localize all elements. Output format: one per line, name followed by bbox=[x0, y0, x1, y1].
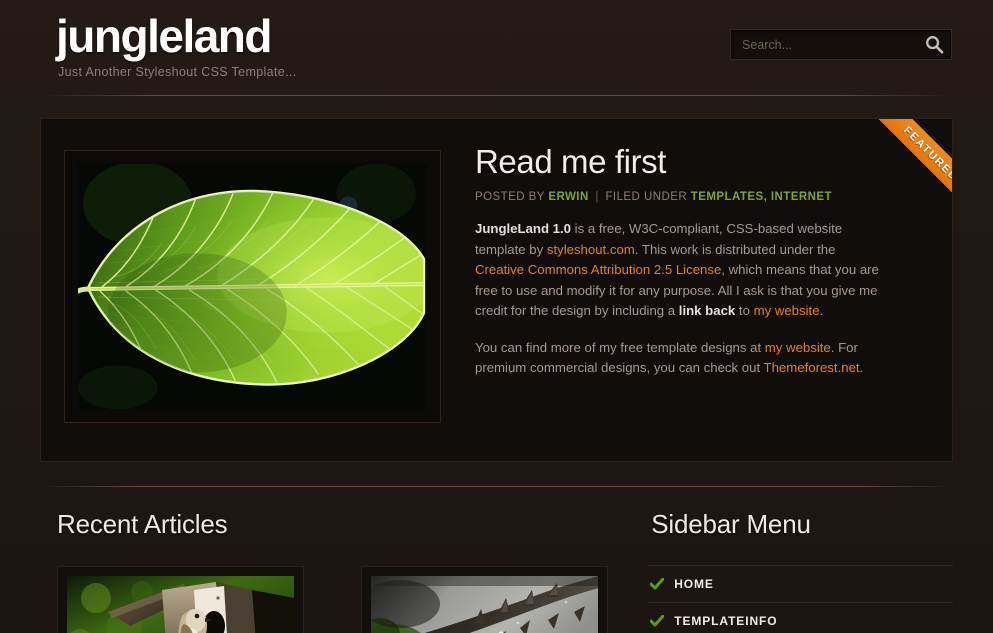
category-link-internet[interactable]: INTERNET bbox=[771, 191, 832, 203]
thorny-branch-photo bbox=[371, 576, 598, 633]
themeforest-link[interactable]: Themeforest.net bbox=[764, 360, 860, 375]
search-submit-button[interactable] bbox=[917, 30, 951, 59]
leaf-photo bbox=[78, 164, 427, 409]
check-icon bbox=[650, 615, 665, 627]
category-link-templates[interactable]: TEMPLATES bbox=[691, 191, 764, 203]
my-website-link-1[interactable]: my website bbox=[754, 303, 820, 318]
lower-content: Recent Articles Sidebar Menu HOME TEMPLA… bbox=[40, 487, 953, 633]
p2-text-3: . bbox=[859, 360, 864, 376]
p1-text-5: . bbox=[819, 303, 824, 319]
featured-post-panel: FEATURED Read me first POSTED BY ERWIN |… bbox=[40, 118, 953, 462]
featured-title[interactable]: Read me first bbox=[475, 143, 882, 180]
my-website-link-2[interactable]: my website bbox=[765, 340, 831, 355]
sidebar-item-home[interactable]: HOME bbox=[648, 565, 953, 602]
p1-text-4: to bbox=[735, 303, 754, 319]
featured-meta: POSTED BY ERWIN | FILED UNDER TEMPLATES,… bbox=[475, 191, 882, 203]
featured-paragraph-1: JungleLand 1.0 is a free, W3C-compliant,… bbox=[475, 219, 882, 322]
site-tagline: Just Another Styleshout CSS Template... bbox=[58, 64, 297, 79]
sidebar-menu-list: HOME TEMPLATEINFO bbox=[648, 565, 953, 633]
check-icon bbox=[650, 578, 665, 590]
logo-block[interactable]: jungleland Just Another Styleshout CSS T… bbox=[56, 10, 297, 79]
article-thumbnail[interactable] bbox=[371, 576, 598, 633]
article-card[interactable] bbox=[361, 566, 608, 633]
site-header: jungleland Just Another Styleshout CSS T… bbox=[0, 0, 993, 96]
link-back-text: link back bbox=[678, 303, 736, 319]
sidebar-column: Sidebar Menu HOME TEMPLATEINFO bbox=[648, 509, 953, 633]
sidebar-item-label[interactable]: HOME bbox=[674, 577, 714, 591]
featured-image[interactable] bbox=[78, 164, 427, 409]
site-logo[interactable]: jungleland bbox=[56, 10, 297, 63]
product-name: JungleLand 1.0 bbox=[475, 221, 571, 237]
article-card[interactable] bbox=[57, 566, 304, 633]
recent-articles-heading: Recent Articles bbox=[57, 509, 228, 539]
filed-under-label: FILED UNDER bbox=[605, 191, 688, 204]
recent-articles-column: Recent Articles bbox=[40, 509, 624, 633]
featured-paragraph-2: You can find more of my free template de… bbox=[475, 338, 882, 379]
search-form[interactable] bbox=[730, 29, 952, 60]
featured-image-frame[interactable] bbox=[64, 150, 441, 423]
sidebar-heading: Sidebar Menu bbox=[651, 509, 811, 539]
bird-birdhouse-photo bbox=[67, 576, 294, 633]
search-icon bbox=[925, 36, 943, 54]
styleshout-link[interactable]: styleshout.com bbox=[547, 242, 635, 257]
license-link[interactable]: Creative Commons Attribution 2.5 License bbox=[475, 262, 721, 277]
meta-separator: | bbox=[595, 191, 599, 204]
category-separator: , bbox=[763, 191, 768, 204]
search-input[interactable] bbox=[731, 30, 917, 59]
recent-articles-row bbox=[57, 566, 624, 633]
p2-text-1: You can find more of my free template de… bbox=[475, 339, 765, 355]
sidebar-item-templateinfo[interactable]: TEMPLATEINFO bbox=[648, 602, 953, 633]
sidebar-item-label[interactable]: TEMPLATEINFO bbox=[674, 614, 777, 628]
featured-body: Read me first POSTED BY ERWIN | FILED UN… bbox=[475, 143, 882, 379]
p1-text-2: . This work is distributed under the bbox=[634, 241, 836, 257]
posted-by-label: POSTED BY bbox=[475, 191, 545, 204]
article-thumbnail[interactable] bbox=[67, 576, 294, 633]
author-link[interactable]: ERWIN bbox=[548, 191, 588, 203]
